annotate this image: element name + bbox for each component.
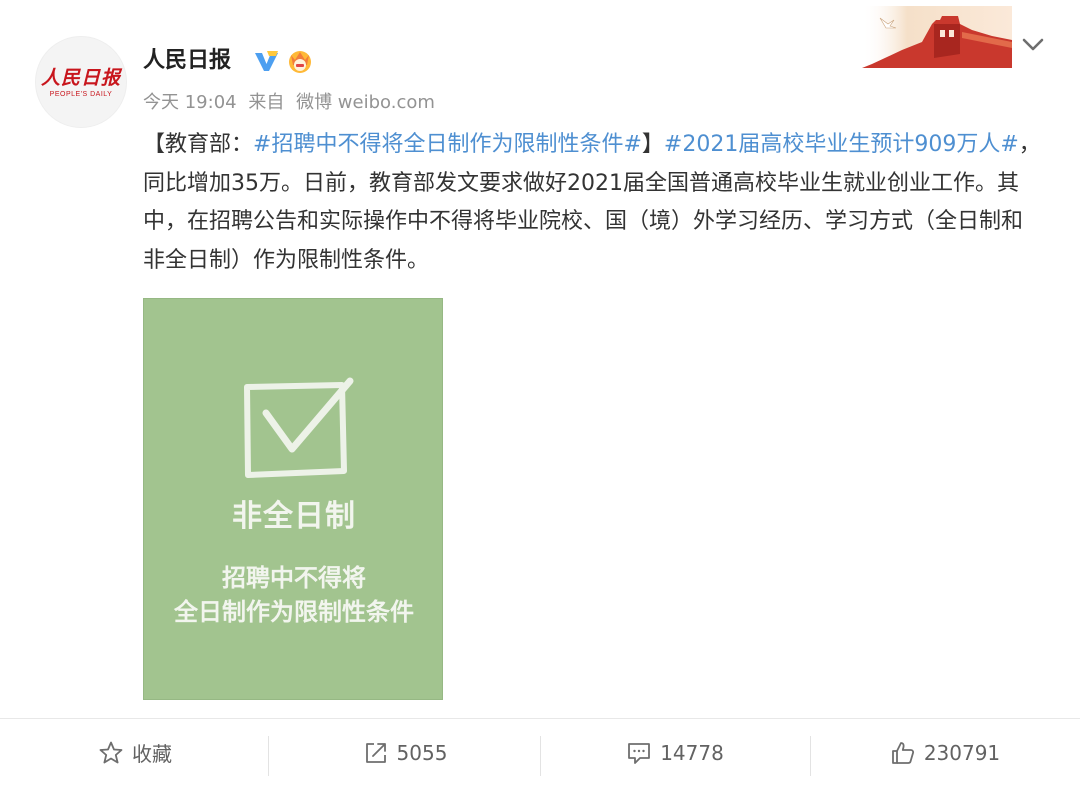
post-text: 【教育部：#招聘中不得将全日制作为限制性条件#】#2021届高校毕业生预计909…	[143, 126, 1043, 280]
chevron-down-icon[interactable]	[1018, 34, 1048, 56]
avatar[interactable]: 人民日报 PEOPLE'S DAILY	[35, 36, 127, 128]
comment-icon	[628, 742, 651, 764]
action-separator	[810, 736, 811, 776]
author-name[interactable]: 人民日报	[143, 46, 231, 76]
comment-count: 14778	[660, 740, 724, 765]
post-image[interactable]: 非全日制 招聘中不得将 全日制作为限制性条件	[143, 298, 443, 700]
share-icon	[365, 742, 386, 763]
like-button[interactable]: 230791	[810, 719, 1080, 786]
star-icon	[99, 741, 123, 763]
repost-button[interactable]: 5055	[270, 719, 540, 786]
verified-v-icon	[255, 51, 278, 71]
action-separator	[268, 736, 269, 776]
topic-link-recruitment[interactable]: #招聘中不得将全日制作为限制性条件#	[253, 132, 642, 157]
post-source[interactable]: 微博 weibo.com	[296, 92, 435, 113]
avatar-logo-subtitle: PEOPLE'S DAILY	[49, 90, 113, 98]
source-prefix: 来自	[248, 92, 285, 113]
image-caption-line2: 全日制作为限制性条件	[174, 598, 414, 626]
post-time: 今天 19:04	[143, 92, 237, 113]
content-prefix: 教育部：	[165, 132, 254, 157]
topic-link-graduates[interactable]: #2021届高校毕业生预计909万人#	[664, 132, 1019, 157]
avatar-logo-text: 人民日报	[40, 66, 121, 89]
comment-button[interactable]: 14778	[540, 719, 810, 786]
favorite-label: 收藏	[132, 742, 172, 766]
like-count: 230791	[923, 740, 1001, 765]
action-separator	[540, 736, 541, 776]
favorite-button[interactable]: 收藏	[0, 719, 270, 786]
vip-crown-icon	[289, 51, 311, 73]
thumbs-up-icon	[891, 741, 914, 764]
image-caption-line1: 招聘中不得将	[222, 564, 366, 592]
bracket-close: 】	[641, 132, 664, 157]
post-meta: 今天 19:04 来自 微博 weibo.com	[143, 91, 441, 115]
image-caption: 招聘中不得将 全日制作为限制性条件	[144, 561, 444, 629]
great-wall-banner-icon	[862, 6, 1012, 68]
repost-count: 5055	[396, 740, 448, 765]
post-header: 人民日报 PEOPLE'S DAILY 人民日报 今天 19:04 来自 微博 …	[0, 0, 1080, 130]
bracket-open: 【	[143, 132, 166, 157]
image-title: 非全日制	[232, 499, 356, 534]
